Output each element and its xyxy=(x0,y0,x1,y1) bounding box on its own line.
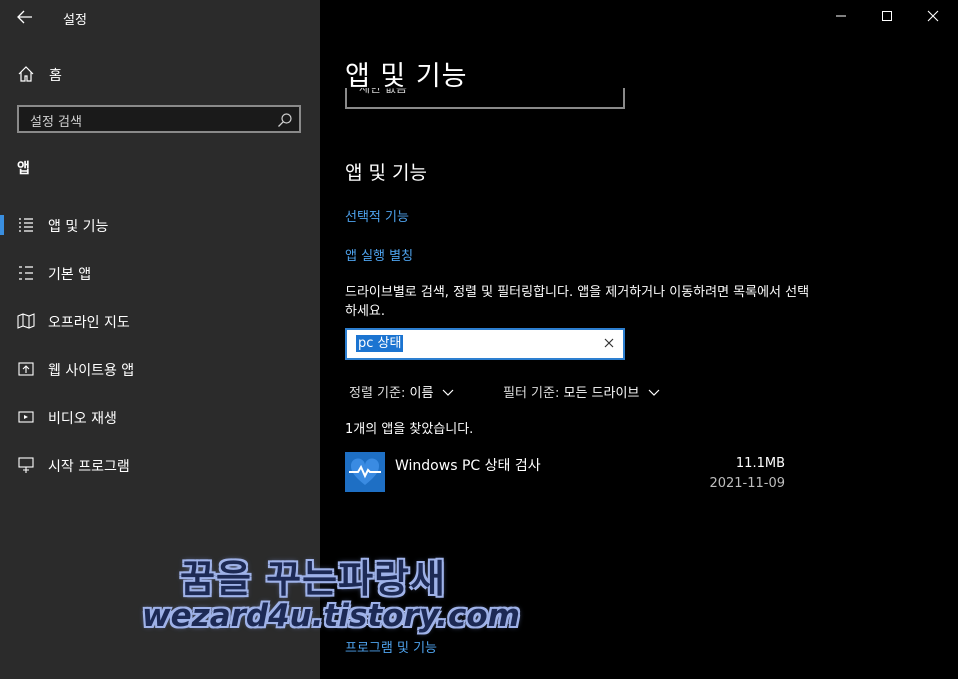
sidebar-item-home[interactable]: 홈 xyxy=(0,58,320,90)
chevron-down-icon xyxy=(648,389,659,396)
window-title: 설정 xyxy=(63,13,87,28)
sort-label: 정렬 기준: xyxy=(349,386,406,401)
sidebar-item-default-apps[interactable]: 기본 앱 xyxy=(0,253,320,293)
programs-features-link[interactable]: 프로그램 및 기능 xyxy=(345,637,437,656)
sidebar-item-apps-for-websites[interactable]: 웹 사이트용 앱 xyxy=(0,349,320,389)
settings-search-placeholder: 설정 검색 xyxy=(30,115,82,130)
partial-dropdown[interactable]: 제한 없음 xyxy=(345,88,625,109)
chevron-down-icon xyxy=(442,389,453,396)
app-name: Windows PC 상태 검사 xyxy=(395,458,541,474)
sidebar-item-label: 비디오 재생 xyxy=(48,411,117,427)
watermark-url: wezard4u.tistory.com xyxy=(142,598,520,634)
sidebar-item-video-playback[interactable]: 비디오 재생 xyxy=(0,397,320,437)
sidebar-item-label: 기본 앱 xyxy=(48,267,92,283)
startup-icon xyxy=(18,457,34,473)
sort-dropdown[interactable]: 정렬 기준: 이름 xyxy=(349,382,454,401)
section-title: 앱 및 기능 xyxy=(345,162,427,184)
offline-maps-icon xyxy=(17,313,35,329)
app-execution-aliases-link[interactable]: 앱 실행 별칭 xyxy=(345,245,413,264)
app-date: 2021-11-09 xyxy=(709,476,785,491)
filter-dropdown[interactable]: 필터 기준: 모든 드라이브 xyxy=(503,382,660,401)
apps-features-icon xyxy=(19,218,33,232)
app-search-value: pc 상태 xyxy=(356,335,404,352)
sidebar-item-label: 웹 사이트용 앱 xyxy=(48,363,135,379)
sort-value: 이름 xyxy=(409,386,434,401)
home-icon xyxy=(18,66,34,82)
pc-health-check-icon xyxy=(345,452,385,492)
sidebar-item-label: 앱 및 기능 xyxy=(48,219,109,235)
sidebar-item-startup[interactable]: 시작 프로그램 xyxy=(0,445,320,485)
filter-value: 모든 드라이브 xyxy=(563,386,640,401)
apps-for-websites-icon xyxy=(18,362,34,376)
sidebar-item-home-label: 홈 xyxy=(49,68,62,84)
clear-icon[interactable] xyxy=(602,336,616,350)
search-icon[interactable] xyxy=(277,112,293,128)
video-playback-icon xyxy=(18,411,34,423)
result-count: 1개의 앱을 찾았습니다. xyxy=(345,422,474,437)
watermark-title: 꿈을 꾸는파랑새 xyxy=(180,557,446,601)
app-size: 11.1MB xyxy=(735,456,785,471)
sidebar-section-title: 앱 xyxy=(17,161,30,177)
default-apps-icon xyxy=(19,266,33,280)
back-button[interactable] xyxy=(14,6,36,28)
sidebar-item-label: 시작 프로그램 xyxy=(48,459,130,475)
description-text: 드라이브별로 검색, 정렬 및 필터링합니다. 앱을 제거하거나 이동하려면 목… xyxy=(345,285,810,319)
filter-label: 필터 기준: xyxy=(503,386,560,401)
optional-features-link[interactable]: 선택적 기능 xyxy=(345,206,409,225)
list-item[interactable]: Windows PC 상태 검사 11.1MB 2021-11-09 xyxy=(345,452,785,496)
settings-search-input[interactable]: 설정 검색 xyxy=(17,105,301,133)
sidebar-item-label: 오프라인 지도 xyxy=(48,315,130,331)
sidebar-item-offline-maps[interactable]: 오프라인 지도 xyxy=(0,301,320,341)
sidebar-item-apps-features[interactable]: 앱 및 기능 xyxy=(0,205,320,245)
selection-indicator xyxy=(0,215,4,235)
app-search-input[interactable]: pc 상태 xyxy=(345,328,625,360)
back-arrow-icon xyxy=(17,10,32,24)
partial-dropdown-value: 제한 없음 xyxy=(359,88,407,95)
